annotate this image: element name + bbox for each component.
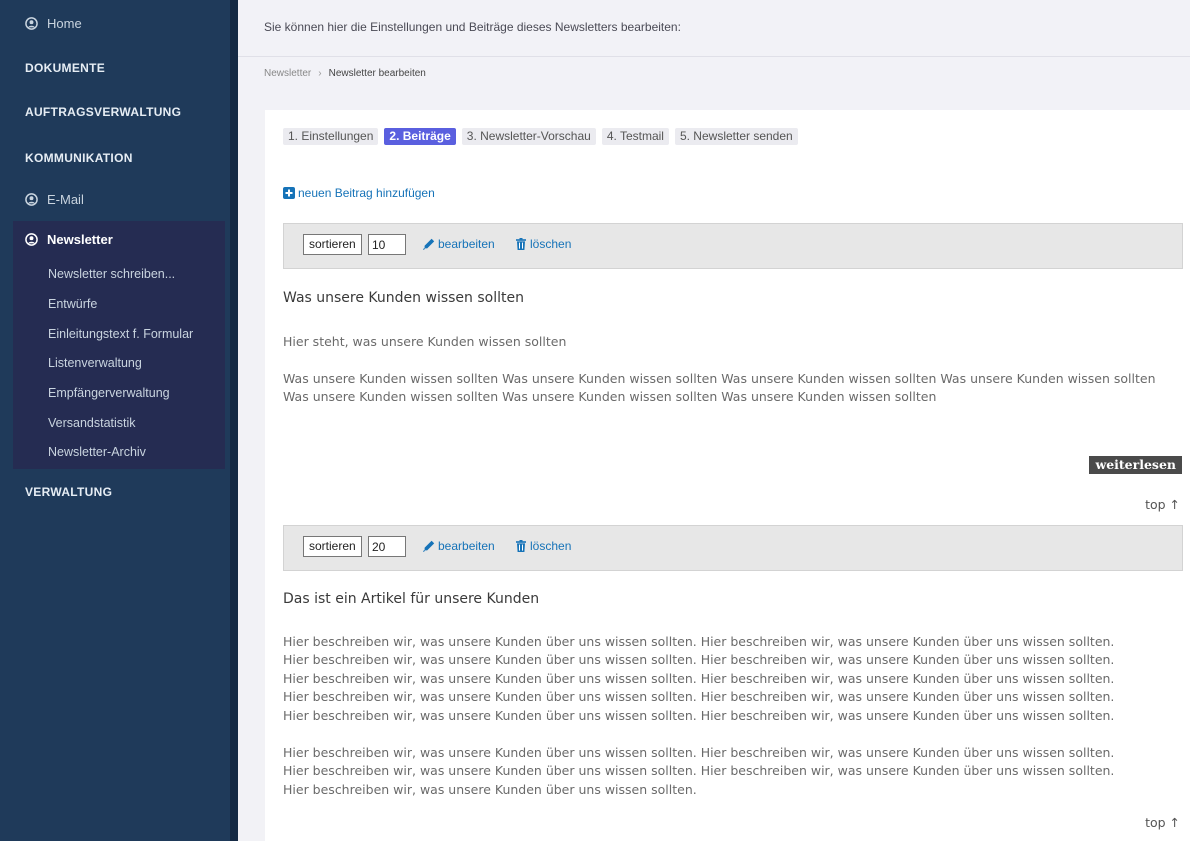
delete-label: löschen xyxy=(530,237,572,251)
user-circle-icon xyxy=(25,193,38,206)
user-circle-icon xyxy=(25,17,38,30)
sidebar-subitem-versandstatistik[interactable]: Versandstatistik xyxy=(48,416,136,430)
sidebar-section-kommunikation[interactable]: KOMMUNIKATION xyxy=(25,151,133,165)
article-paragraph: Hier beschreiben wir, was unsere Kunden … xyxy=(283,633,1173,725)
plus-square-icon xyxy=(283,187,295,199)
article-body-line: Hier beschreiben wir, was unsere Kunden … xyxy=(283,634,1115,649)
sidebar-item-home[interactable]: Home xyxy=(25,16,82,31)
article-body-line: Hier beschreiben wir, was unsere Kunden … xyxy=(283,652,1115,668)
article-toolbar: sortieren bearbeiten löschen xyxy=(283,525,1183,571)
edit-label: bearbeiten xyxy=(438,237,495,251)
tab-testmail[interactable]: 4. Testmail xyxy=(601,128,669,145)
sidebar-item-newsletter[interactable]: Newsletter xyxy=(25,232,113,247)
sidebar-subitem-newsletter-schreiben[interactable]: Newsletter schreiben... xyxy=(48,267,175,281)
sidebar-section-dokumente[interactable]: DOKUMENTE xyxy=(25,61,105,75)
breadcrumb-current: Newsletter bearbeiten xyxy=(328,68,426,79)
sidebar-subitem-newsletter-archiv[interactable]: Newsletter-Archiv xyxy=(48,445,146,459)
header-divider xyxy=(238,56,1190,57)
tab-einstellungen[interactable]: 1. Einstellungen xyxy=(283,128,379,145)
article-body-line: Hier beschreiben wir, was unsere Kunden … xyxy=(283,763,1115,779)
sidebar-subitem-listenverwaltung[interactable]: Listenverwaltung xyxy=(48,356,142,370)
content-panel xyxy=(265,110,1190,841)
sidebar-item-label: E-Mail xyxy=(47,192,84,207)
sort-button[interactable]: sortieren xyxy=(303,536,362,557)
sidebar-item-label: VERWALTUNG xyxy=(25,485,113,499)
page-intro-text: Sie können hier die Einstellungen und Be… xyxy=(264,20,681,34)
sidebar-subitem-entwuerfe[interactable]: Entwürfe xyxy=(48,297,97,311)
trash-icon xyxy=(515,540,527,552)
back-to-top-link[interactable]: top ↑ xyxy=(1145,815,1180,830)
article-toolbar: sortieren bearbeiten löschen xyxy=(283,223,1183,269)
step-tabs: 1. Einstellungen 2. Beiträge 3. Newslett… xyxy=(283,128,798,145)
chevron-right-icon: › xyxy=(318,68,322,79)
main-header xyxy=(238,0,1190,110)
article-body-line: Was unsere Kunden wissen sollten Was uns… xyxy=(283,371,1156,386)
article-body-line: Was unsere Kunden wissen sollten Was uns… xyxy=(283,389,937,405)
pencil-icon xyxy=(423,540,435,552)
sidebar-active-group xyxy=(13,221,225,469)
breadcrumb-link-newsletter[interactable]: Newsletter xyxy=(264,68,311,79)
article-body-line: Hier beschreiben wir, was unsere Kunden … xyxy=(283,707,1115,723)
sidebar-subitem-einleitungstext[interactable]: Einleitungstext f. Formular xyxy=(48,327,193,341)
add-post-label: neuen Beitrag hinzufügen xyxy=(298,186,435,200)
article-body-line: Hier beschreiben wir, was unsere Kunden … xyxy=(283,781,697,797)
delete-label: löschen xyxy=(530,539,572,553)
sidebar-edge xyxy=(230,0,238,841)
edit-link[interactable]: bearbeiten xyxy=(423,539,495,553)
sidebar-section-auftragsverwaltung[interactable]: AUFTRAGSVERWALTUNG xyxy=(25,105,181,119)
sort-order-input[interactable] xyxy=(368,536,406,557)
sidebar: Home DOKUMENTE AUFTRAGSVERWALTUNG KOMMUN… xyxy=(0,0,230,841)
article-title: Was unsere Kunden wissen sollten xyxy=(283,290,524,306)
read-more-button[interactable]: weiterlesen xyxy=(1089,456,1182,474)
delete-link[interactable]: löschen xyxy=(515,539,571,553)
user-circle-icon xyxy=(25,233,38,246)
sidebar-item-label: KOMMUNIKATION xyxy=(25,151,133,165)
edit-label: bearbeiten xyxy=(438,539,495,553)
sidebar-item-label: Newsletter xyxy=(47,232,113,247)
article-lead: Hier steht, was unsere Kunden wissen sol… xyxy=(283,334,567,349)
tab-newsletter-senden[interactable]: 5. Newsletter senden xyxy=(674,128,798,145)
article-body-line: Hier beschreiben wir, was unsere Kunden … xyxy=(283,745,1115,760)
sidebar-subitem-empfaengerverwaltung[interactable]: Empfängerverwaltung xyxy=(48,386,170,400)
trash-icon xyxy=(515,238,527,250)
add-post-link[interactable]: neuen Beitrag hinzufügen xyxy=(283,186,435,200)
pencil-icon xyxy=(423,238,435,250)
sidebar-item-email[interactable]: E-Mail xyxy=(25,192,84,207)
tab-beitraege[interactable]: 2. Beiträge xyxy=(384,128,456,145)
article-title: Das ist ein Artikel für unsere Kunden xyxy=(283,591,540,607)
article-body-line: Hier beschreiben wir, was unsere Kunden … xyxy=(283,670,1115,686)
sidebar-item-label: AUFTRAGSVERWALTUNG xyxy=(25,105,182,119)
sidebar-section-verwaltung[interactable]: VERWALTUNG xyxy=(25,485,112,499)
sort-order-input[interactable] xyxy=(368,234,406,255)
article-body: Was unsere Kunden wissen sollten Was uns… xyxy=(283,370,1173,407)
article-paragraph: Hier beschreiben wir, was unsere Kunden … xyxy=(283,744,1173,799)
delete-link[interactable]: löschen xyxy=(515,237,571,251)
tab-newsletter-vorschau[interactable]: 3. Newsletter-Vorschau xyxy=(461,128,596,145)
article-body-line: Hier beschreiben wir, was unsere Kunden … xyxy=(283,689,1115,705)
breadcrumb: Newsletter › Newsletter bearbeiten xyxy=(264,68,426,79)
back-to-top-link[interactable]: top ↑ xyxy=(1145,497,1180,512)
edit-link[interactable]: bearbeiten xyxy=(423,237,495,251)
sidebar-item-label: Home xyxy=(47,16,82,31)
sort-button[interactable]: sortieren xyxy=(303,234,362,255)
sidebar-item-label: DOKUMENTE xyxy=(25,61,106,75)
